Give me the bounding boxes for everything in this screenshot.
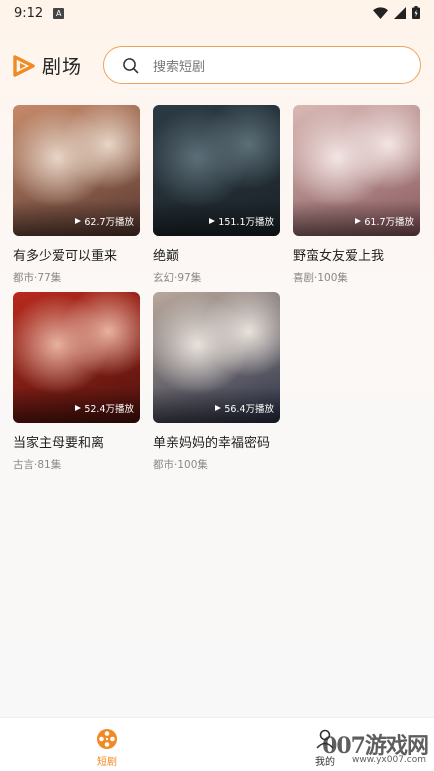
drama-card[interactable]: 52.4万播放 当家主母要和离 古言·81集 xyxy=(13,292,140,472)
drama-title[interactable]: 野蛮女友爱上我 xyxy=(293,245,420,264)
brand: 剧场 xyxy=(12,52,82,79)
drama-poster[interactable]: 56.4万播放 xyxy=(153,292,280,423)
drama-meta: 玄幻·97集 xyxy=(153,272,202,284)
drama-meta: 都市·77集 xyxy=(13,272,62,284)
play-icon xyxy=(75,218,82,224)
play-count: 62.7万播放 xyxy=(75,214,134,228)
watermark-url: www.yx007.com xyxy=(351,755,426,765)
wifi-icon xyxy=(373,6,388,19)
play-icon xyxy=(355,218,362,224)
app-logo-icon xyxy=(13,54,35,77)
drama-title[interactable]: 有多少爱可以重来 xyxy=(13,245,140,264)
play-icon xyxy=(75,405,82,411)
status-bar: 9:12 A xyxy=(0,0,434,26)
drama-meta: 古言·81集 xyxy=(13,459,62,471)
drama-poster[interactable]: 52.4万播放 xyxy=(13,292,140,423)
play-count: 52.4万播放 xyxy=(75,401,134,415)
drama-title[interactable]: 当家主母要和离 xyxy=(13,432,140,451)
page-title: 剧场 xyxy=(42,56,83,78)
drama-poster[interactable]: 61.7万播放 xyxy=(293,105,420,236)
play-count: 61.7万播放 xyxy=(355,214,414,228)
notification-icon: A xyxy=(53,7,65,19)
play-count: 56.4万播放 xyxy=(215,401,274,415)
drama-card[interactable]: 61.7万播放 野蛮女友爱上我 喜剧·100集 xyxy=(293,105,420,285)
nav-tab-dramas[interactable]: 短剧 xyxy=(96,728,118,768)
search-input[interactable]: 搜索短剧 xyxy=(103,46,421,84)
search-icon xyxy=(123,57,139,73)
play-icon xyxy=(215,405,222,411)
nav-label-dramas: 短剧 xyxy=(97,757,117,768)
drama-title[interactable]: 单亲妈妈的幸福密码 xyxy=(153,432,280,451)
drama-poster[interactable]: 151.1万播放 xyxy=(153,105,280,236)
play-count: 151.1万播放 xyxy=(209,214,274,228)
drama-meta: 喜剧·100集 xyxy=(293,272,348,284)
search-placeholder: 搜索短剧 xyxy=(153,59,206,75)
film-reel-icon xyxy=(97,729,117,749)
play-icon xyxy=(209,218,216,224)
status-icons xyxy=(373,6,420,19)
drama-card[interactable]: 62.7万播放 有多少爱可以重来 都市·77集 xyxy=(13,105,140,285)
drama-title[interactable]: 绝巅 xyxy=(153,245,280,264)
drama-card[interactable]: 151.1万播放 绝巅 玄幻·97集 xyxy=(153,105,280,285)
drama-meta: 都市·100集 xyxy=(153,459,208,471)
battery-icon xyxy=(412,6,420,19)
drama-poster[interactable]: 62.7万播放 xyxy=(13,105,140,236)
drama-card[interactable]: 56.4万播放 单亲妈妈的幸福密码 都市·100集 xyxy=(153,292,280,472)
signal-icon xyxy=(394,6,406,19)
header: 剧场 搜索短剧 xyxy=(0,44,434,88)
status-time: 9:12 xyxy=(14,5,44,21)
